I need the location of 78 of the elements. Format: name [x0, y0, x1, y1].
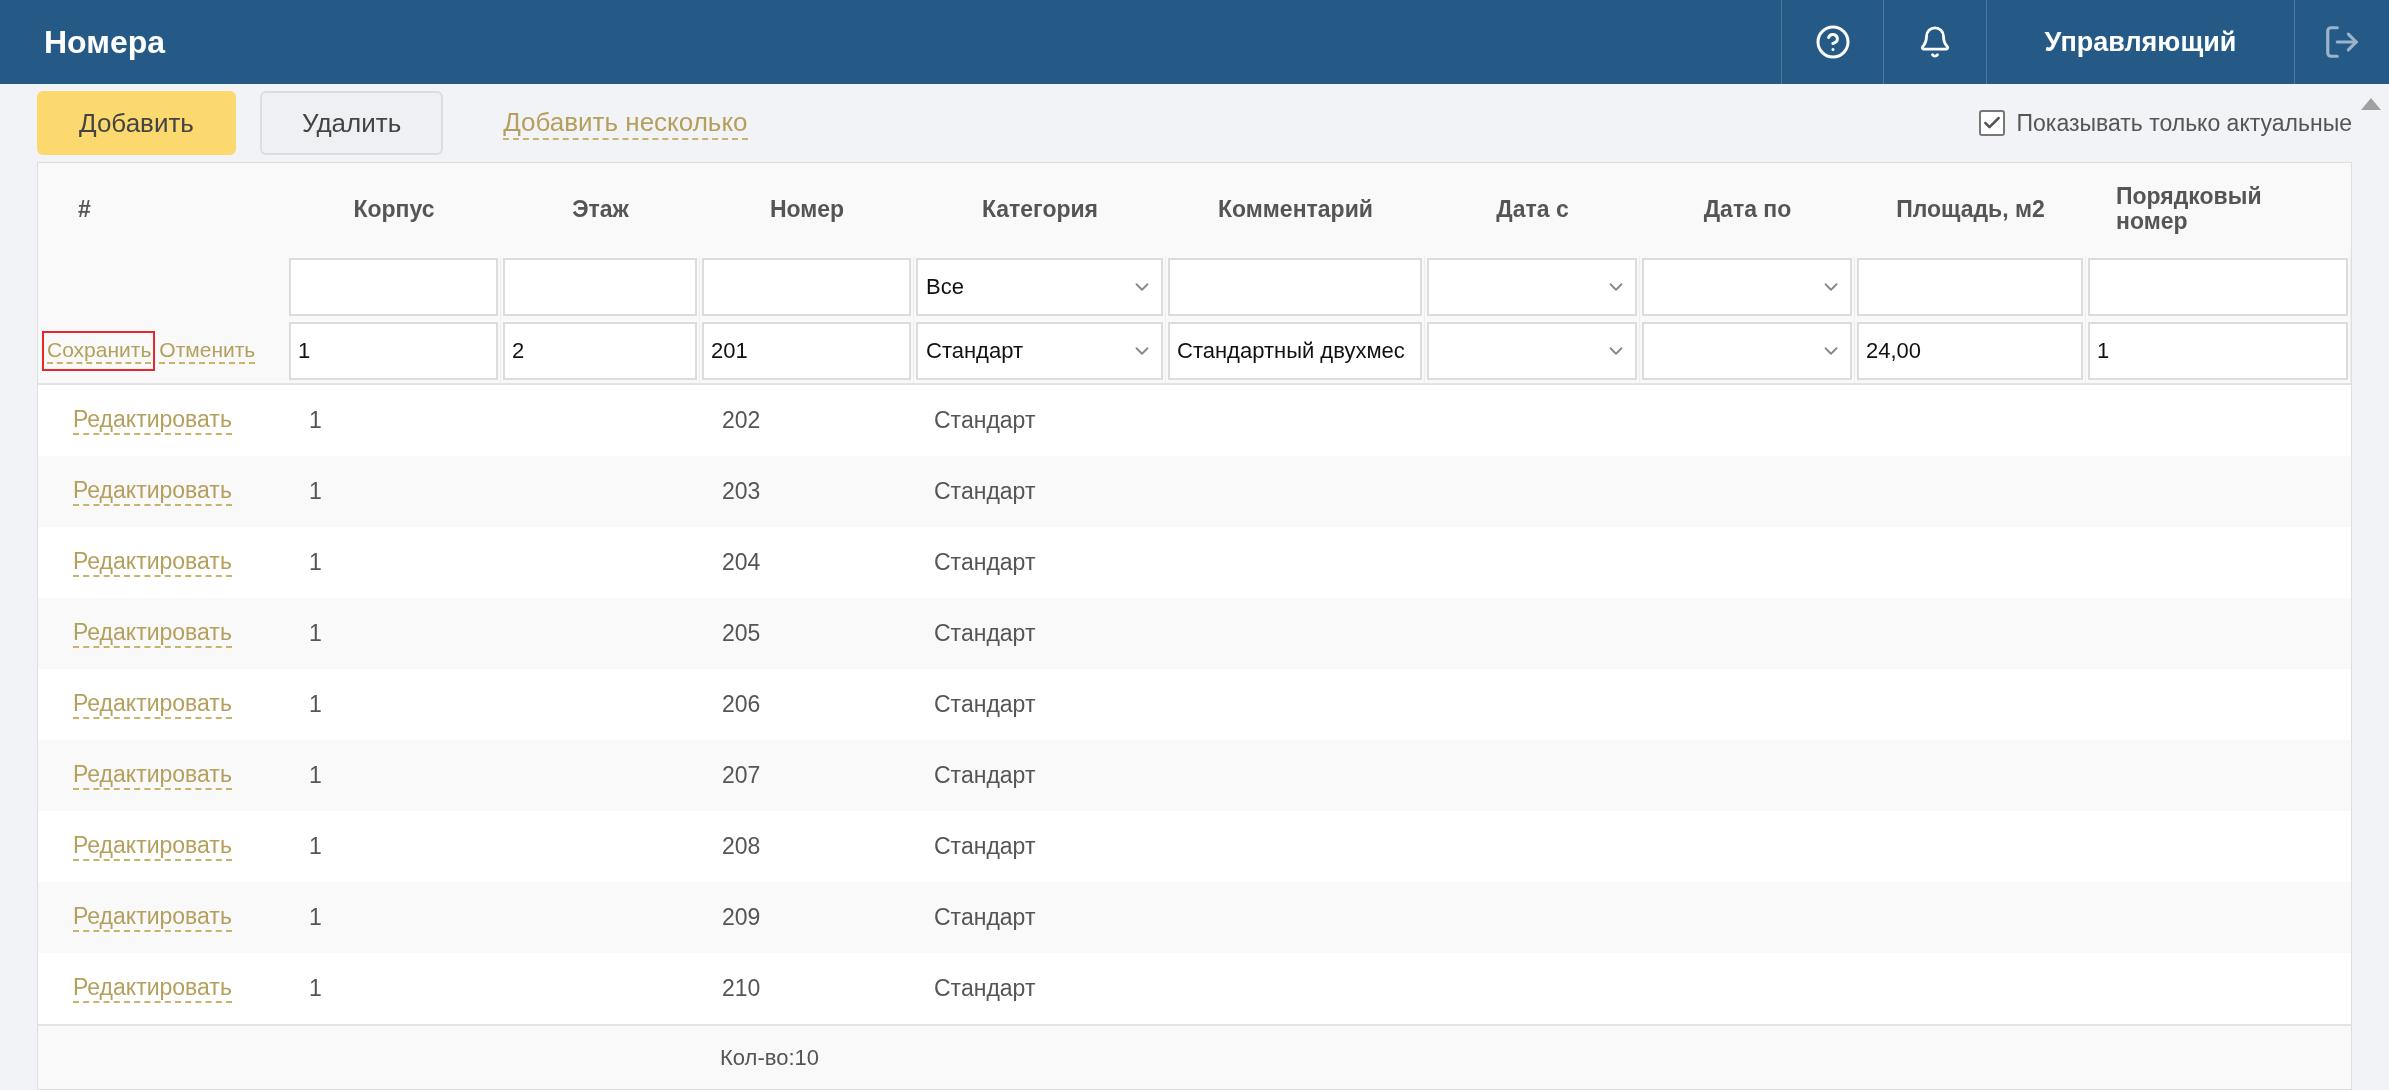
dropdown-field[interactable]: Все	[916, 258, 1163, 316]
delete-button[interactable]: Удалить	[259, 91, 444, 155]
table-cell: Стандарт	[934, 549, 1036, 576]
table-cell: 1	[309, 762, 322, 789]
table-cell: Стандарт	[934, 904, 1036, 931]
table-cell: 202	[722, 407, 761, 434]
filter-field[interactable]	[702, 258, 911, 316]
edit-link[interactable]: Редактировать	[73, 619, 232, 648]
checkbox-label: Показывать только актуальные	[2016, 109, 2352, 137]
edit-link[interactable]: Редактировать	[73, 406, 232, 435]
column-header: #	[77, 195, 92, 223]
help-icon[interactable]	[1814, 24, 1851, 60]
table-cell: 1	[309, 975, 322, 1002]
bell-icon[interactable]	[1918, 25, 1952, 59]
table-cell: Стандарт	[934, 407, 1036, 434]
column-header: Дата с	[1495, 195, 1570, 223]
filter-field[interactable]	[503, 258, 697, 316]
add-button[interactable]: Добавить	[37, 91, 236, 155]
save-link[interactable]: Сохранить	[42, 331, 156, 371]
table-cell: 203	[722, 478, 761, 505]
edit-link[interactable]: Редактировать	[73, 477, 232, 506]
table-cell: 1	[309, 549, 322, 576]
input-field[interactable]: 24,00	[1857, 322, 2083, 380]
table-cell: 1	[309, 478, 322, 505]
dropdown-field[interactable]	[1427, 258, 1637, 316]
filter-field[interactable]	[1168, 258, 1422, 316]
edit-link[interactable]: Редактировать	[73, 832, 232, 861]
dropdown-field[interactable]	[1642, 322, 1852, 380]
scroll-up-icon[interactable]	[2360, 98, 2381, 110]
edit-link[interactable]: Редактировать	[73, 974, 232, 1003]
edit-link[interactable]: Редактировать	[73, 761, 232, 790]
table-cell: Стандарт	[934, 478, 1036, 505]
table-cell: Стандарт	[934, 691, 1036, 718]
column-header: Этаж	[571, 195, 630, 223]
filter-field[interactable]	[289, 258, 498, 316]
user-name[interactable]: Управляющий	[2044, 26, 2237, 58]
edit-link[interactable]: Редактировать	[73, 690, 232, 719]
logout-icon[interactable]	[2323, 23, 2361, 61]
column-header: Площадь, м2	[1895, 195, 2046, 223]
table-cell: Стандарт	[934, 833, 1036, 860]
column-header: Номер	[768, 195, 846, 223]
table-cell: 1	[309, 833, 322, 860]
table-cell: Стандарт	[934, 762, 1036, 789]
input-field[interactable]: Стандартный двухмес	[1168, 322, 1422, 380]
table-cell: 1	[309, 407, 322, 434]
column-header: Порядковый номер	[2116, 183, 2263, 235]
filter-field[interactable]	[1857, 258, 2083, 316]
table-cell: 1	[309, 620, 322, 647]
input-field[interactable]: 1	[2088, 322, 2348, 380]
table-cell: 207	[722, 762, 761, 789]
page-title: Номера	[43, 22, 167, 62]
cancel-link[interactable]: Отменить	[159, 338, 256, 364]
table-cell: 204	[722, 549, 761, 576]
column-header: Комментарий	[1217, 195, 1374, 223]
column-header: Дата по	[1702, 195, 1793, 223]
table-cell: 210	[722, 975, 761, 1002]
add-multiple-link[interactable]: Добавить несколько	[503, 106, 748, 140]
dropdown-field[interactable]	[1642, 258, 1852, 316]
dropdown-field[interactable]: Стандарт	[916, 322, 1163, 380]
row-count: Кол-во:10	[720, 1044, 819, 1071]
table-cell: 1	[309, 691, 322, 718]
table-cell: 206	[722, 691, 761, 718]
input-field[interactable]: 201	[702, 322, 911, 380]
table-cell: 208	[722, 833, 761, 860]
input-field[interactable]: 2	[503, 322, 697, 380]
checkbox[interactable]	[1978, 110, 2005, 136]
input-field[interactable]: 1	[289, 322, 498, 380]
table-cell: Стандарт	[934, 620, 1036, 647]
edit-link[interactable]: Редактировать	[73, 903, 232, 932]
column-header: Категория	[980, 195, 1100, 223]
table-cell: 205	[722, 620, 761, 647]
dropdown-field[interactable]	[1427, 322, 1637, 380]
table-cell: 1	[309, 904, 322, 931]
column-header: Корпус	[352, 195, 436, 223]
edit-link[interactable]: Редактировать	[73, 548, 232, 577]
table-cell: Стандарт	[934, 975, 1036, 1002]
table-cell: 209	[722, 904, 761, 931]
filter-field[interactable]	[2088, 258, 2348, 316]
